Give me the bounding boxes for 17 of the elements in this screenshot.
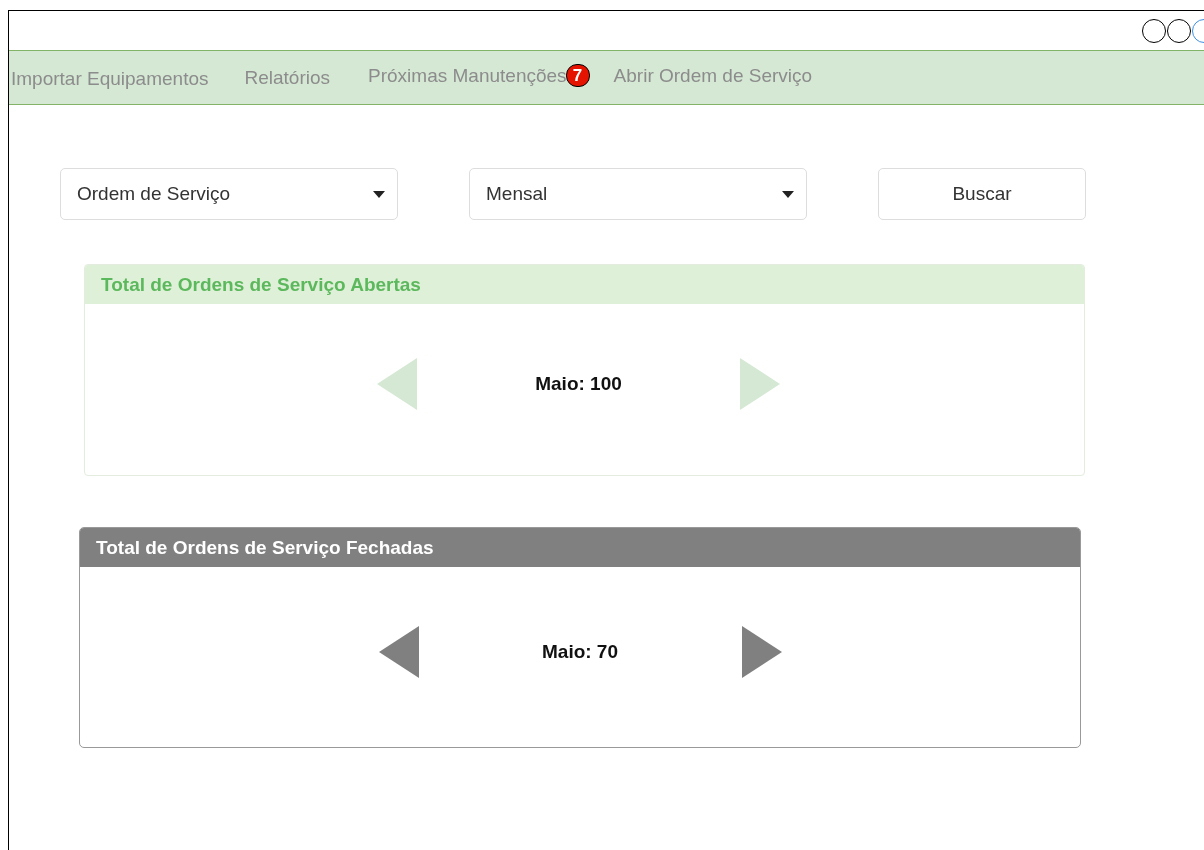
nav-link[interactable]: Próximas Manutenções [368, 64, 567, 87]
caret-icon [373, 190, 385, 198]
nav-link[interactable]: Abrir Ordem de Serviço [613, 64, 813, 87]
search-button[interactable]: Buscar [878, 168, 1086, 220]
month-value: Maio: 70 [541, 641, 619, 663]
panel-title: Total de Ordens de Serviço Abertas [85, 265, 1084, 304]
nav-link[interactable]: Relatórios [244, 66, 331, 89]
dropdown[interactable]: Mensal [469, 168, 807, 220]
dropdown[interactable]: Ordem de Serviço [60, 168, 398, 220]
notification-badge: 7 [565, 64, 590, 87]
month-value: Maio: 100 [534, 372, 623, 395]
panel-title: Total de Ordens de Serviço Fechadas [80, 528, 1080, 567]
caret-icon [782, 190, 794, 198]
nav-link[interactable]: Importar Equipamentos [11, 68, 209, 90]
previous-arrow-icon[interactable] [378, 626, 419, 678]
window-controls-icon[interactable] [1142, 18, 1204, 43]
next-arrow-icon[interactable] [741, 626, 782, 678]
